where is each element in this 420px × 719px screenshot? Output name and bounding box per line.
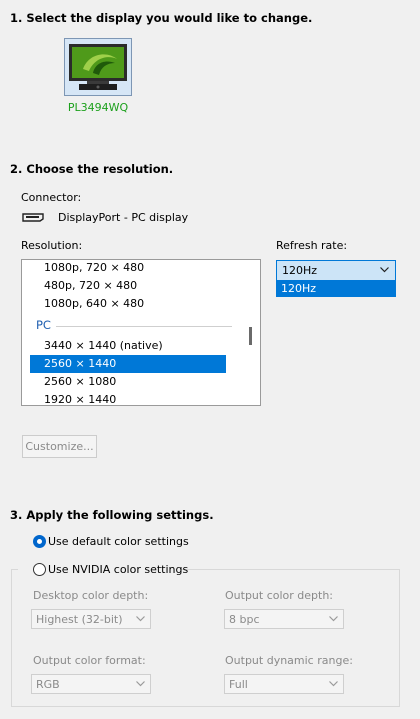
display-monitor-button[interactable] [64,38,132,96]
dynamic-range-label: Output dynamic range: [225,654,353,667]
list-item[interactable]: 1920 × 1440 [30,391,226,405]
desktop-depth-label: Desktop color depth: [33,589,149,602]
output-depth-select[interactable]: 8 bpc [224,609,344,629]
radio-nvidia-label: Use NVIDIA color settings [48,563,189,576]
section1-title: 1. Select the display you would like to … [10,11,313,25]
chevron-down-icon [329,616,338,622]
refresh-rate-value: 120Hz [282,264,318,277]
output-format-value: RGB [36,678,60,691]
section3-title: 3. Apply the following settings. [10,508,214,522]
list-item[interactable]: 1080p, 640 × 480 [30,295,226,313]
section2-title: 2. Choose the resolution. [10,162,174,176]
refresh-rate-select[interactable]: 120Hz [276,260,396,281]
display-name-label: PL3494WQ [67,101,129,114]
nvidia-monitor-icon [69,44,127,90]
output-depth-value: 8 bpc [229,613,260,626]
displayport-icon [22,212,44,225]
output-format-select[interactable]: RGB [31,674,151,694]
chevron-down-icon [136,681,145,687]
list-item-selected[interactable]: 2560 × 1440 [30,355,226,373]
resolution-label: Resolution: [21,239,83,252]
radio-default-color[interactable] [33,535,46,548]
connector-label: Connector: [21,191,82,204]
list-item[interactable]: 3440 × 1440 (native) [30,337,226,355]
list-item[interactable]: 2560 × 1080 [30,373,226,391]
resolution-list[interactable]: 1080p, 720 × 480 480p, 720 × 480 1080p, … [21,259,261,406]
chevron-down-icon [329,681,338,687]
radio-nvidia-color[interactable] [33,563,46,576]
connector-value: DisplayPort - PC display [58,211,189,224]
dynamic-range-value: Full [229,678,248,691]
resolution-group-pc: PC [36,318,51,332]
chevron-down-icon [136,616,145,622]
list-scrollbar[interactable] [249,327,252,345]
desktop-depth-value: Highest (32-bit) [36,613,123,626]
dynamic-range-select[interactable]: Full [224,674,344,694]
group-divider [56,326,232,327]
chevron-down-icon [380,267,389,273]
output-depth-label: Output color depth: [225,589,334,602]
refresh-rate-option[interactable]: 120Hz [276,281,396,297]
refresh-rate-label: Refresh rate: [276,239,348,252]
list-item[interactable]: 1080p, 720 × 480 [30,260,226,277]
customize-button[interactable]: Customize... [22,435,97,458]
radio-default-label: Use default color settings [48,535,189,548]
output-format-label: Output color format: [33,654,146,667]
desktop-depth-select[interactable]: Highest (32-bit) [31,609,151,629]
list-item[interactable]: 480p, 720 × 480 [30,277,226,295]
